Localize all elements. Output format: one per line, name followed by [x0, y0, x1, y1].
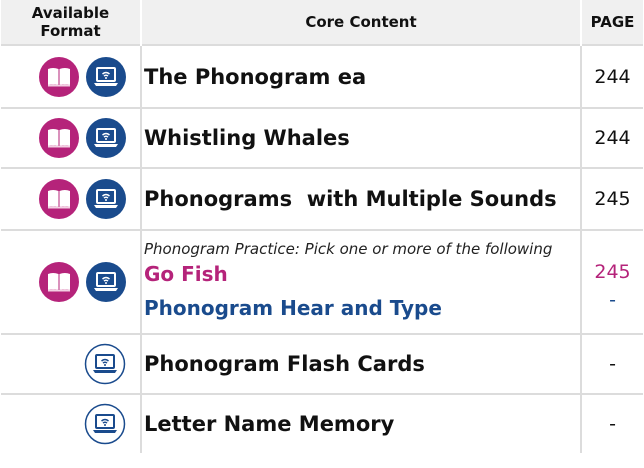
laptop-outline-icon[interactable]	[84, 343, 126, 385]
page-cell: 245 -	[581, 229, 643, 334]
laptop-icon[interactable]	[86, 262, 126, 302]
lesson-title[interactable]: The Phonogram ea	[144, 65, 366, 89]
page-number: -	[581, 393, 643, 453]
book-icon[interactable]	[39, 118, 79, 158]
table-row[interactable]: The Phonogram ea 244	[1, 44, 643, 108]
page-number: 244	[581, 107, 643, 168]
header-page: PAGE	[581, 0, 643, 45]
laptop-icon[interactable]	[86, 179, 126, 219]
hear-and-type-link[interactable]: Phonogram Hear and Type	[144, 296, 580, 320]
laptop-icon[interactable]	[86, 118, 126, 158]
table-row[interactable]: Phonogram Flash Cards -	[1, 333, 643, 394]
page-number: -	[581, 333, 643, 394]
book-icon[interactable]	[39, 179, 79, 219]
format-cell	[1, 333, 142, 394]
page-number-hear-type: -	[609, 289, 616, 311]
format-cell	[1, 44, 142, 108]
practice-note: Phonogram Practice: Pick one or more of …	[144, 240, 553, 258]
page-number: 245	[581, 167, 643, 230]
lesson-title[interactable]: Phonogram Flash Cards	[144, 352, 425, 376]
header-core-content: Core Content	[141, 0, 582, 45]
table-row[interactable]: Phonogram Practice: Pick one or more of …	[1, 229, 643, 334]
content-cell: The Phonogram ea	[141, 44, 582, 108]
lesson-title[interactable]: Letter Name Memory	[144, 412, 394, 436]
lesson-title[interactable]: Phonograms with Multiple Sounds	[144, 187, 557, 211]
table-row[interactable]: Phonograms with Multiple Sounds 245	[1, 167, 643, 230]
laptop-icon[interactable]	[86, 56, 126, 97]
book-icon[interactable]	[39, 56, 79, 97]
curriculum-table: Available Format Core Content PAGE The P…	[1, 0, 643, 453]
table-row[interactable]: Letter Name Memory -	[1, 393, 643, 453]
page-number-go-fish: 245	[594, 261, 631, 283]
table-row[interactable]: Whistling Whales 244	[1, 107, 643, 168]
content-cell: Letter Name Memory	[141, 393, 582, 453]
book-icon[interactable]	[39, 262, 79, 302]
content-cell: Phonogram Practice: Pick one or more of …	[141, 229, 582, 334]
format-cell	[1, 393, 142, 453]
lesson-title[interactable]: Whistling Whales	[144, 126, 350, 150]
format-cell	[1, 229, 142, 334]
format-cell	[1, 107, 142, 168]
format-cell	[1, 167, 142, 230]
laptop-outline-icon[interactable]	[84, 403, 126, 445]
content-cell: Phonogram Flash Cards	[141, 333, 582, 394]
go-fish-link[interactable]: Go Fish	[144, 262, 580, 286]
table-header-row: Available Format Core Content PAGE	[1, 0, 643, 45]
page-number: 244	[581, 44, 643, 108]
header-available-format: Available Format	[1, 0, 142, 45]
content-cell: Whistling Whales	[141, 107, 582, 168]
content-cell: Phonograms with Multiple Sounds	[141, 167, 582, 230]
